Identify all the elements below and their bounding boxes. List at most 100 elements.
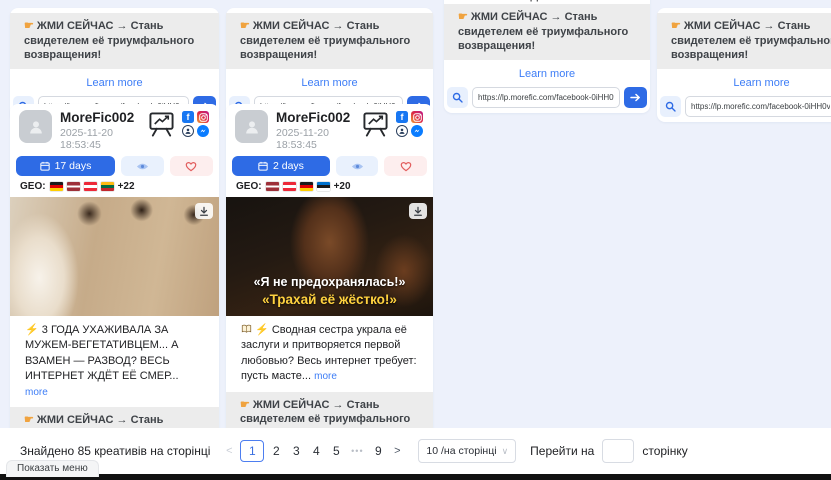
- learn-more-link[interactable]: Learn more: [657, 77, 831, 89]
- audience-network-icon[interactable]: [182, 125, 194, 137]
- page-button-4[interactable]: 4: [306, 440, 326, 462]
- geo-more-count[interactable]: +20: [334, 181, 351, 192]
- promo-bar: ☛ЖМИ СЕЙЧАС → Стань свидетелем её триумф…: [10, 13, 219, 69]
- analytics-board-icon[interactable]: [361, 111, 390, 142]
- calendar-icon: [40, 161, 50, 171]
- page-size-select[interactable]: 10 /на сторінці ∨: [418, 439, 516, 463]
- geo-label: GEO:: [236, 181, 262, 192]
- goto-page-suffix: сторінку: [642, 444, 687, 458]
- flag-austria-icon: [84, 182, 97, 191]
- flag-germany-icon: [50, 182, 63, 191]
- search-button[interactable]: [447, 87, 468, 108]
- messenger-icon[interactable]: [411, 125, 423, 137]
- favorite-button[interactable]: [170, 156, 213, 176]
- promo-bar: ☛ЖМИ СЕЙЧАС → Стань свидетелем её триумф…: [226, 13, 433, 69]
- search-icon: [452, 92, 463, 103]
- creative-image[interactable]: «Я не предохранялась!» «Трахай её жёстко…: [226, 197, 433, 316]
- chevron-down-icon: ∨: [502, 446, 509, 457]
- days-active-button[interactable]: 17 days: [16, 156, 115, 176]
- heart-icon: [400, 161, 412, 172]
- download-image-button[interactable]: [409, 203, 427, 219]
- calendar-icon: [258, 161, 268, 171]
- search-button[interactable]: [660, 96, 681, 117]
- facebook-icon[interactable]: f: [182, 111, 194, 123]
- creative-timestamp: 2025-11-20 18:53:45: [276, 127, 361, 151]
- pointing-hand-icon: ☛: [458, 11, 468, 23]
- more-link[interactable]: more: [314, 371, 337, 382]
- more-link[interactable]: more: [25, 387, 48, 398]
- ad-card-partial-4: ☛ЖМИ СЕЙЧАС → Стань свидетелем её триумф…: [657, 8, 831, 122]
- lightning-icon: ⚡: [255, 324, 269, 336]
- learn-more-link[interactable]: Learn more: [226, 77, 433, 89]
- flag-austria-icon: [283, 182, 296, 191]
- promo-bar: ☛ЖМИ СЕЙЧАС → Стань свидетелем её триумф…: [444, 4, 650, 60]
- goto-page-label: Перейти на: [530, 444, 594, 458]
- instagram-icon[interactable]: [411, 111, 423, 123]
- arrow-right-icon: [630, 93, 641, 102]
- promo-text: ЖМИ СЕЙЧАС → Стань свидетелем её триумфа…: [671, 20, 831, 61]
- flag-lithuania-icon: [101, 182, 114, 191]
- lightning-icon: ⚡: [25, 324, 39, 336]
- page-button-9[interactable]: 9: [368, 440, 388, 462]
- ad-body-text: ⚡ Сводная сестра украла её заслуги и при…: [226, 316, 433, 385]
- pointing-hand-icon: ☛: [24, 20, 34, 32]
- person-icon: [243, 118, 261, 136]
- favorite-button[interactable]: [384, 156, 427, 176]
- download-icon: [199, 206, 209, 217]
- eye-icon: [136, 162, 149, 171]
- download-image-button[interactable]: [195, 203, 213, 219]
- results-summary: Знайдено 85 креативів на сторінці: [20, 444, 210, 458]
- creative-card-1: MoreFic002 2025-11-20 18:53:45 f 17 days: [10, 104, 219, 480]
- landing-url-input[interactable]: [685, 96, 831, 117]
- ad-card-partial-3: ИНТЕРНЕТ ЖДЁТ ЕЁ СМЕР... more ☛ЖМИ СЕЙЧА…: [444, 0, 650, 113]
- flag-latvia-icon: [67, 182, 80, 191]
- pointing-hand-icon: ☛: [240, 399, 250, 411]
- page-button-2[interactable]: 2: [266, 440, 286, 462]
- promo-text: ЖМИ СЕЙЧАС → Стань свидетелем её триумфа…: [458, 11, 628, 52]
- search-icon: [665, 101, 676, 112]
- days-active-button[interactable]: 2 days: [232, 156, 330, 176]
- flag-latvia-icon: [266, 182, 279, 191]
- creative-card-2: MoreFic002 2025-11-20 18:53:45 f 2 days: [226, 104, 433, 480]
- analytics-board-icon[interactable]: [147, 111, 176, 142]
- days-label: 17 days: [55, 160, 92, 172]
- pointing-hand-icon: ☛: [240, 20, 250, 32]
- show-menu-button[interactable]: Показать меню: [6, 460, 99, 477]
- ad-body-text: ⚡ 3 ГОДА УХАЖИВАЛА ЗА МУЖЕМ-ВЕГЕТАТИВЦЕМ…: [10, 316, 219, 400]
- advertiser-name[interactable]: MoreFic002: [60, 110, 147, 125]
- next-page-button[interactable]: >: [388, 445, 406, 457]
- creative-image[interactable]: [10, 197, 219, 316]
- avatar: [19, 110, 52, 143]
- pages-ellipsis[interactable]: •••: [346, 446, 368, 456]
- views-button[interactable]: [121, 156, 164, 176]
- eye-icon: [351, 162, 364, 171]
- geo-label: GEO:: [20, 181, 46, 192]
- facebook-icon[interactable]: f: [396, 111, 408, 123]
- person-icon: [27, 118, 45, 136]
- avatar: [235, 110, 268, 143]
- heart-icon: [185, 161, 197, 172]
- geo-more-count[interactable]: +22: [118, 181, 135, 192]
- open-url-button[interactable]: [624, 87, 647, 108]
- views-button[interactable]: [336, 156, 379, 176]
- advertiser-name[interactable]: MoreFic002: [276, 110, 361, 125]
- flag-germany-icon: [300, 182, 313, 191]
- goto-page-input[interactable]: [602, 439, 634, 463]
- book-icon: [241, 324, 252, 333]
- days-label: 2 days: [273, 160, 304, 172]
- prev-page-button[interactable]: <: [220, 445, 238, 457]
- page-button-1[interactable]: 1: [240, 440, 264, 462]
- learn-more-link[interactable]: Learn more: [10, 77, 219, 89]
- more-link[interactable]: more: [615, 0, 638, 2]
- pagination-bar: Знайдено 85 креативів на сторінці < 1 2 …: [0, 428, 831, 474]
- pointing-hand-icon: ☛: [671, 20, 681, 32]
- messenger-icon[interactable]: [197, 125, 209, 137]
- learn-more-link[interactable]: Learn more: [444, 68, 650, 80]
- promo-text: ЖМИ СЕЙЧАС → Стань свидетелем её триумфа…: [24, 20, 194, 61]
- pointing-hand-icon: ☛: [24, 414, 34, 426]
- page-button-5[interactable]: 5: [326, 440, 346, 462]
- page-button-3[interactable]: 3: [286, 440, 306, 462]
- audience-network-icon[interactable]: [396, 125, 408, 137]
- landing-url-input[interactable]: [472, 87, 620, 108]
- instagram-icon[interactable]: [197, 111, 209, 123]
